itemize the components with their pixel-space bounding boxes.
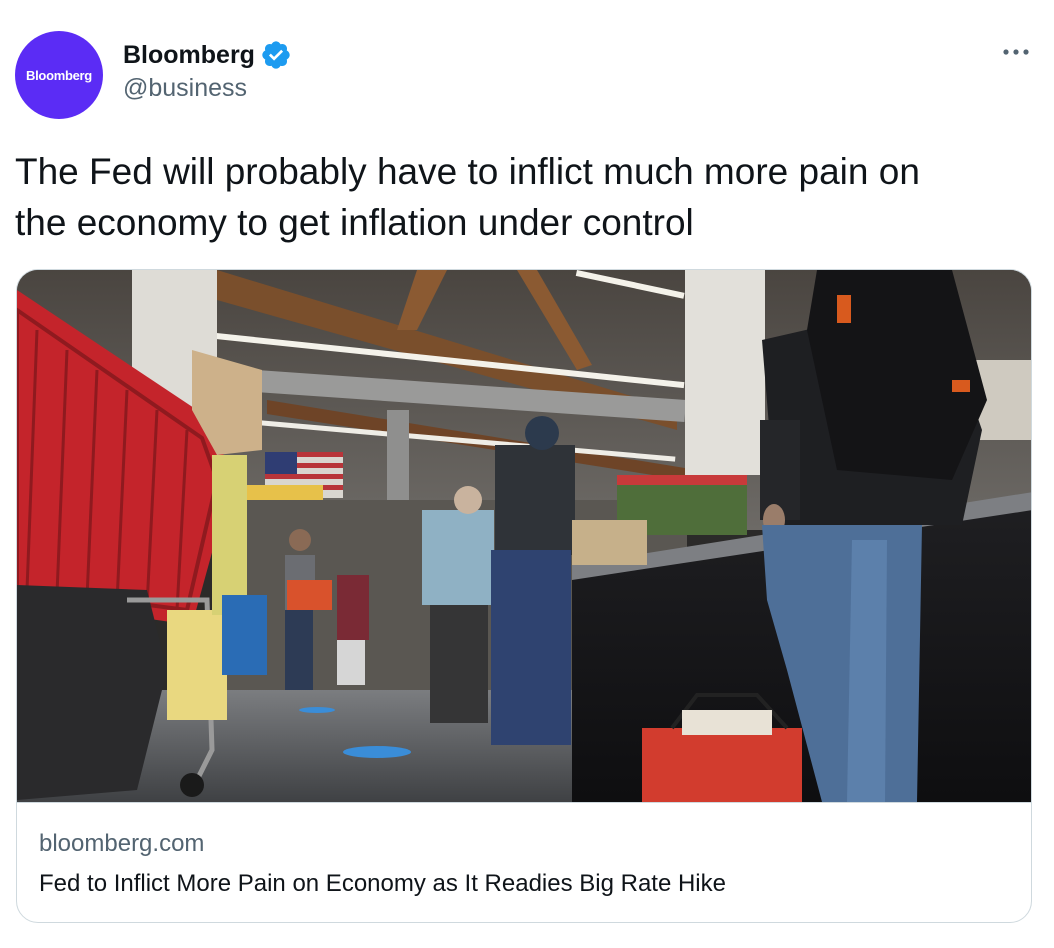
more-horizontal-icon [1003, 49, 1029, 55]
handle[interactable]: @business [123, 74, 292, 103]
name-row: Bloomberg [123, 38, 292, 72]
more-options-button[interactable] [1000, 40, 1032, 64]
link-card[interactable]: bloomberg.com Fed to Inflict More Pain o… [16, 269, 1032, 923]
card-title[interactable]: Fed to Inflict More Pain on Economy as I… [39, 870, 726, 898]
tweet: Bloomberg Bloomberg @business The Fed wi… [0, 0, 1054, 948]
card-domain: bloomberg.com [39, 830, 205, 857]
display-name[interactable]: Bloomberg [123, 41, 255, 70]
avatar-logo-text: Bloomberg [26, 67, 92, 83]
tweet-text: The Fed will probably have to inflict mu… [15, 151, 920, 243]
avatar[interactable]: Bloomberg [15, 31, 103, 119]
card-divider [17, 802, 1031, 803]
card-image [17, 270, 1031, 802]
verified-badge-icon [262, 41, 290, 69]
author-block: Bloomberg @business [123, 38, 292, 103]
